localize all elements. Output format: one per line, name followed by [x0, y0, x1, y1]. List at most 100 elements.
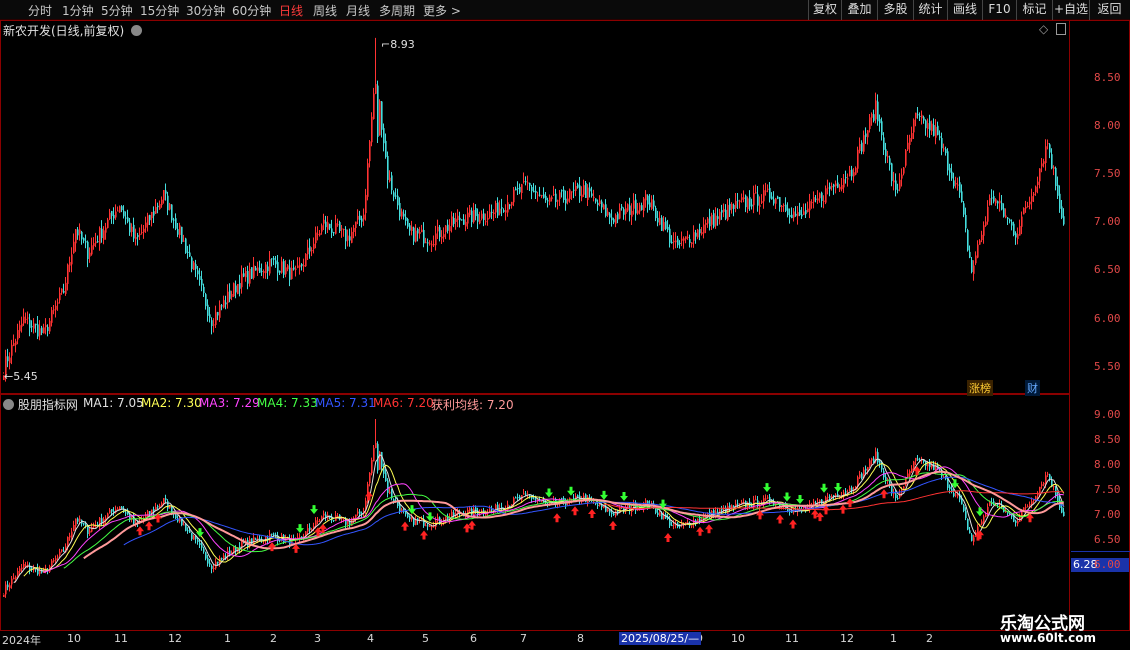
lower-candle-body	[561, 498, 563, 500]
lower-candle-body	[813, 501, 815, 505]
upper-candle-body	[343, 228, 345, 230]
upper-candle-body	[391, 175, 393, 191]
upper-candle-body	[101, 228, 103, 239]
upper-candle-body	[709, 216, 711, 227]
upper-candle-body	[535, 190, 537, 193]
lower-candle-body	[909, 471, 911, 475]
upper-candle-body	[613, 219, 615, 223]
upper-candle-body	[503, 210, 505, 212]
limit-up-badge[interactable]: 涨榜	[967, 380, 993, 396]
upper-candle-body	[597, 202, 599, 206]
lower-candle-body	[211, 565, 213, 569]
lower-candle-body	[251, 538, 253, 545]
high-price-label: 8.93	[390, 38, 415, 51]
upper-candle-body	[879, 119, 881, 124]
upper-candle-body	[489, 211, 491, 218]
lower-candle-body	[3, 594, 5, 597]
lower-candle-body	[985, 514, 987, 517]
buy-arrow-icon	[420, 530, 428, 540]
upper-price-tick: 6.00	[1094, 311, 1121, 325]
lower-candle-body	[907, 473, 909, 478]
chevron-down-icon[interactable]	[3, 399, 14, 410]
lower-candle-body	[865, 468, 867, 471]
lower-candle-body	[983, 516, 985, 522]
upper-candle-body	[183, 240, 185, 242]
month-label: 2	[270, 632, 277, 645]
upper-candle-body	[895, 180, 897, 190]
upper-candle-body	[71, 254, 73, 265]
upper-candle-body	[169, 204, 171, 210]
chevron-down-icon[interactable]	[131, 25, 143, 36]
lower-candle-body	[197, 539, 199, 542]
upper-candle-body	[205, 294, 207, 307]
buy-arrow-icon	[664, 533, 672, 543]
upper-candle-body	[731, 204, 733, 209]
upper-candle-body	[75, 229, 77, 244]
sell-arrow-icon	[783, 492, 791, 502]
lower-candle-body	[91, 526, 93, 532]
upper-candle-body	[475, 207, 477, 217]
panel-toggle-icon[interactable]	[1056, 23, 1067, 35]
upper-candle-body	[985, 221, 987, 226]
upper-candle-body	[73, 241, 75, 254]
upper-candle-body	[545, 195, 547, 201]
upper-candle-body	[433, 244, 435, 246]
lower-candle-body	[535, 498, 537, 500]
lower-candle-body	[879, 461, 881, 464]
upper-candle-body	[815, 198, 817, 200]
lower-candle-body	[125, 512, 127, 514]
upper-candle-body	[521, 184, 523, 194]
upper-candle-body	[857, 149, 859, 169]
sell-arrow-icon	[408, 505, 416, 515]
upper-candle-body	[721, 210, 723, 213]
buy-arrow-icon	[145, 521, 153, 531]
sell-arrow-icon	[763, 483, 771, 493]
month-label: 11	[785, 632, 799, 645]
upper-candle-body	[353, 227, 355, 232]
lower-candle-body	[147, 511, 149, 517]
upper-candle-body	[113, 214, 115, 219]
lower-candle-body	[1033, 500, 1035, 502]
upper-candle-body	[417, 229, 419, 234]
lower-candle-body	[193, 535, 195, 540]
upper-candle-body	[421, 229, 423, 233]
lower-candle-body	[107, 513, 109, 518]
lower-candle-body	[453, 512, 455, 516]
lower-candle-body	[1015, 520, 1017, 523]
upper-candle-body	[241, 273, 243, 288]
upper-candle-body	[299, 264, 301, 268]
ma-legend-item-7: 获利均线: 7.20	[431, 398, 514, 412]
month-label: 11	[114, 632, 128, 645]
upper-candle-body	[373, 93, 375, 119]
lower-candle-body	[973, 537, 975, 542]
upper-candle-body	[87, 241, 89, 260]
upper-candle-body	[783, 205, 785, 207]
upper-candle-body	[711, 214, 713, 225]
upper-candle-body	[973, 265, 975, 274]
upper-candle-body	[631, 210, 633, 217]
upper-candle-body	[309, 246, 311, 252]
upper-candle-body	[995, 199, 997, 204]
upper-candle-body	[281, 261, 283, 273]
lower-candle-body	[217, 561, 219, 564]
candlestick-chart[interactable]	[0, 0, 1130, 650]
upper-candle-body	[767, 188, 769, 190]
finance-badge[interactable]: 财	[1025, 380, 1040, 396]
upper-candle-body	[23, 316, 25, 324]
upper-candle-body	[771, 196, 773, 200]
upper-candle-body	[85, 241, 87, 243]
lower-candle-body	[333, 520, 335, 522]
upper-candle-body	[981, 234, 983, 241]
upper-candle-body	[383, 128, 385, 144]
month-label: 12	[168, 632, 182, 645]
upper-candle-body	[401, 211, 403, 217]
upper-candle-body	[377, 85, 379, 137]
upper-candle-body	[123, 210, 125, 217]
lower-candle-body	[913, 461, 915, 469]
lower-candle-body	[765, 498, 767, 500]
upper-candle-body	[823, 200, 825, 202]
diamond-icon[interactable]: ◇	[1039, 22, 1048, 36]
upper-candle-body	[977, 244, 979, 258]
upper-candle-body	[477, 214, 479, 222]
upper-candle-body	[643, 198, 645, 211]
